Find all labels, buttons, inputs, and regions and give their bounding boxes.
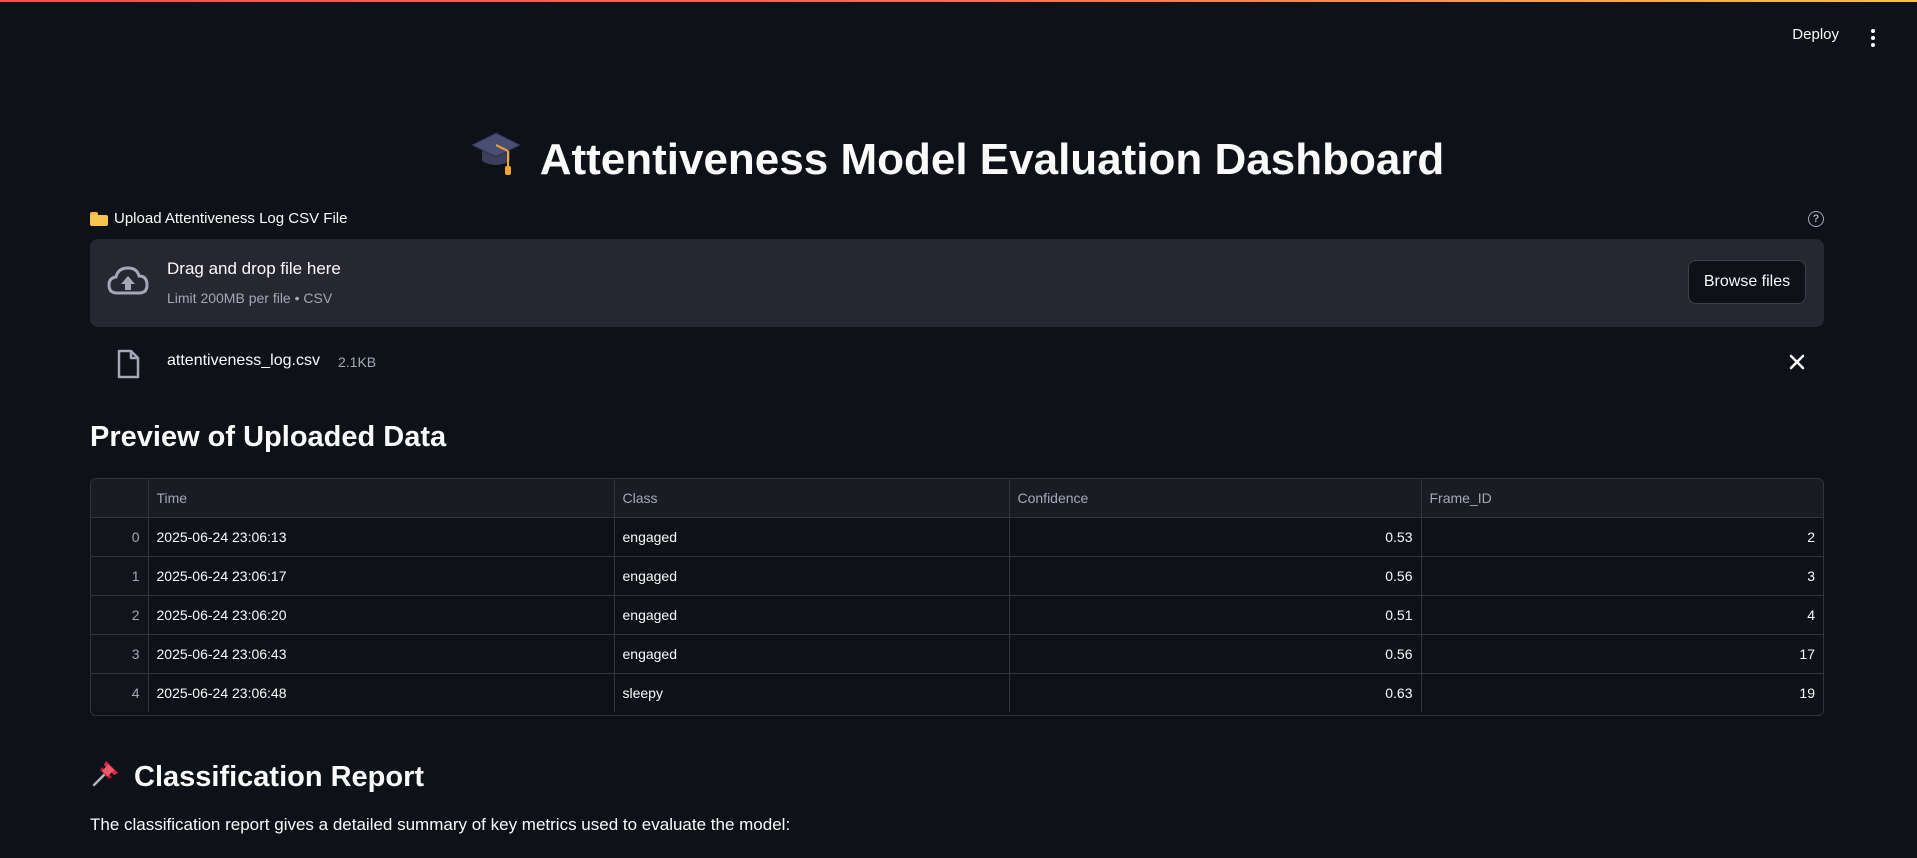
cloud-upload-icon <box>106 263 150 304</box>
close-icon[interactable] <box>1788 353 1806 371</box>
uploader-label-text: Upload Attentiveness Log CSV File <box>114 210 348 227</box>
file-icon <box>116 349 140 384</box>
cell-class[interactable]: engaged <box>614 634 1010 674</box>
cell-time[interactable]: 2025-06-24 23:06:48 <box>148 673 615 712</box>
cell-time[interactable]: 2025-06-24 23:06:13 <box>148 517 615 557</box>
help-icon[interactable]: ? <box>1808 211 1824 227</box>
row-index: 3 <box>91 634 149 674</box>
table-row: 1 2025-06-24 23:06:17 engaged 0.56 3 <box>91 556 1823 596</box>
folder-icon <box>90 211 108 226</box>
cell-frame-id[interactable]: 3 <box>1421 556 1823 596</box>
cell-confidence[interactable]: 0.56 <box>1009 556 1422 596</box>
column-header[interactable]: Class <box>614 479 1010 518</box>
preview-heading: Preview of Uploaded Data <box>90 421 447 453</box>
app-toolbar: Deploy <box>0 0 1917 76</box>
table-header-row: Time Class Confidence Frame_ID <box>91 479 1823 518</box>
cell-class[interactable]: engaged <box>614 556 1010 596</box>
row-index: 2 <box>91 595 149 635</box>
report-heading: Classification Report <box>90 757 424 797</box>
table-row: 0 2025-06-24 23:06:13 engaged 0.53 2 <box>91 517 1823 557</box>
file-name: attentiveness_log.csv <box>167 352 320 369</box>
cell-frame-id[interactable]: 17 <box>1421 634 1823 674</box>
report-description: The classification report gives a detail… <box>90 815 791 834</box>
pushpin-icon <box>90 757 122 797</box>
cell-time[interactable]: 2025-06-24 23:06:43 <box>148 634 615 674</box>
file-dropzone[interactable]: Drag and drop file here Limit 200MB per … <box>90 239 1824 327</box>
cell-confidence[interactable]: 0.51 <box>1009 595 1422 635</box>
table-row: 4 2025-06-24 23:06:48 sleepy 0.63 19 <box>91 673 1823 713</box>
dropzone-limit: Limit 200MB per file • CSV <box>167 290 333 306</box>
browse-files-button[interactable]: Browse files <box>1688 260 1806 304</box>
column-header[interactable]: Time <box>148 479 615 518</box>
table-row: 3 2025-06-24 23:06:43 engaged 0.56 17 <box>91 634 1823 674</box>
row-index: 1 <box>91 556 149 596</box>
data-table[interactable]: Time Class Confidence Frame_ID 0 2025-06… <box>90 478 1824 716</box>
cell-class[interactable]: engaged <box>614 595 1010 635</box>
uploader-label: Upload Attentiveness Log CSV File <box>90 210 347 227</box>
column-header[interactable]: Frame_ID <box>1421 479 1823 518</box>
file-size: 2.1KB <box>338 354 377 370</box>
cell-class[interactable]: engaged <box>614 517 1010 557</box>
cell-time[interactable]: 2025-06-24 23:06:20 <box>148 595 615 635</box>
deploy-button[interactable]: Deploy <box>1792 26 1839 43</box>
cell-class[interactable]: sleepy <box>614 673 1010 712</box>
cell-confidence[interactable]: 0.63 <box>1009 673 1422 712</box>
dropzone-text: Drag and drop file here <box>167 259 341 278</box>
cell-time[interactable]: 2025-06-24 23:06:17 <box>148 556 615 596</box>
page-title-text: Attentiveness Model Evaluation Dashboard <box>539 135 1445 184</box>
uploaded-file-row: attentiveness_log.csv 2.1KB <box>90 345 1824 381</box>
page-title: Attentiveness Model Evaluation Dashboard <box>90 128 1824 195</box>
column-header[interactable] <box>91 479 149 518</box>
cell-frame-id[interactable]: 2 <box>1421 517 1823 557</box>
column-header[interactable]: Confidence <box>1009 479 1422 518</box>
cell-frame-id[interactable]: 19 <box>1421 674 1823 713</box>
row-index: 4 <box>91 673 149 712</box>
table-row: 2 2025-06-24 23:06:20 engaged 0.51 4 <box>91 595 1823 635</box>
graduation-cap-icon <box>470 129 522 195</box>
row-index: 0 <box>91 517 149 557</box>
kebab-menu-icon[interactable] <box>1863 26 1883 50</box>
cell-confidence[interactable]: 0.53 <box>1009 517 1422 557</box>
cell-frame-id[interactable]: 4 <box>1421 595 1823 635</box>
cell-confidence[interactable]: 0.56 <box>1009 634 1422 674</box>
report-heading-text: Classification Report <box>134 760 425 793</box>
